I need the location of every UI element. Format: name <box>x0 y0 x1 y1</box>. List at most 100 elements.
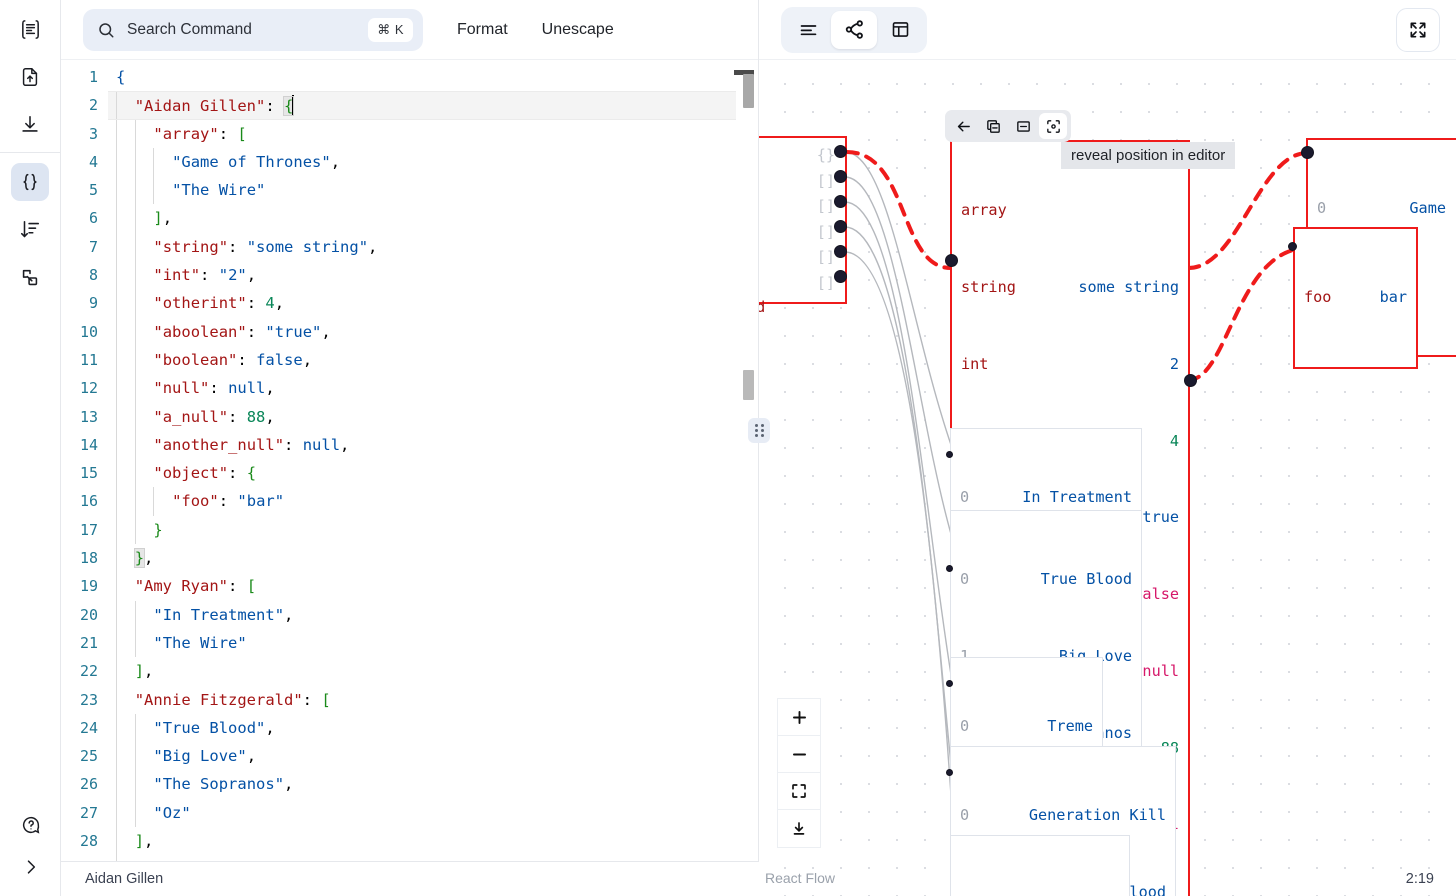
fullscreen-button[interactable] <box>1396 7 1440 52</box>
zoom-out-button[interactable] <box>778 736 820 773</box>
node-handle[interactable] <box>1288 242 1297 251</box>
code-line[interactable]: ], <box>108 204 758 233</box>
code-line[interactable]: "a_null": 88, <box>108 402 758 431</box>
unescape-button[interactable]: Unescape <box>542 21 614 39</box>
copy-icon[interactable] <box>11 259 49 297</box>
node-handle[interactable] <box>834 145 847 158</box>
code-line[interactable]: "Annie Fitzgerald": [ <box>108 685 758 714</box>
line-number: 9 <box>88 294 98 313</box>
code-line[interactable]: "The Sopranos", <box>108 770 758 799</box>
code-line[interactable]: "int": "2", <box>108 261 758 290</box>
code-editor[interactable]: 1 2 3 4 5 6 7 8 9 10 11 12 13 14 15 16 17 18 19 20 21 22 23 24 2… <box>61 60 758 896</box>
download-icon[interactable] <box>11 106 49 144</box>
node-handle[interactable] <box>834 245 847 258</box>
graph-node-clarke-peters-array[interactable]: 0 The Corner <box>950 835 1130 896</box>
code-line[interactable]: "otherint": 4, <box>108 289 758 318</box>
reveal-position-icon[interactable] <box>1039 113 1067 139</box>
react-flow-attribution[interactable]: React Flow <box>765 870 835 886</box>
line-number: 2 <box>88 96 98 115</box>
back-arrow-icon[interactable] <box>949 113 977 139</box>
panel-resize-grip[interactable] <box>748 418 770 443</box>
code-line[interactable]: "array": [ <box>108 119 758 148</box>
node-row: 0 True Blood <box>960 567 1132 593</box>
node-handle[interactable] <box>834 170 847 183</box>
root-row-type: [] <box>816 171 835 190</box>
editor-scrollbar[interactable] <box>734 60 758 862</box>
collapse-node-icon[interactable] <box>1009 113 1037 139</box>
code-line[interactable]: "aboolean": "true", <box>108 317 758 346</box>
copy-node-icon[interactable] <box>979 113 1007 139</box>
code-line[interactable]: ], <box>108 657 758 686</box>
line-number: 4 <box>88 152 98 171</box>
node-row: int 2 <box>961 352 1179 378</box>
node-row-value: True Blood <box>1040 570 1132 589</box>
line-number: 11 <box>79 350 98 369</box>
node-handle[interactable] <box>946 451 953 458</box>
table-view-icon[interactable] <box>877 11 923 49</box>
code-line[interactable]: { <box>108 63 758 91</box>
code-line[interactable]: "The Wire" <box>108 176 758 205</box>
node-row-index: 0 <box>960 570 970 589</box>
status-bar: Aidan Gillen <box>61 861 759 896</box>
graph-canvas[interactable]: {} [] [] [] [] [] rd <box>759 60 1456 896</box>
node-row: 0 Game of Thr <box>1317 196 1456 222</box>
code-line[interactable]: "Aidan Gillen": { <box>108 91 758 120</box>
expand-chevron-icon[interactable] <box>12 848 50 886</box>
help-icon[interactable] <box>12 806 50 844</box>
node-handle[interactable] <box>834 195 847 208</box>
sort-icon[interactable] <box>11 211 49 249</box>
code-line[interactable]: "foo": "bar" <box>108 487 758 516</box>
code-line[interactable]: "another_null": null, <box>108 430 758 460</box>
code-line[interactable]: ], <box>108 827 758 856</box>
code-line[interactable]: "Game of Thrones", <box>108 147 758 177</box>
code-line[interactable]: } <box>108 515 758 545</box>
node-row-value: 2 <box>1169 354 1179 373</box>
scrollbar-thumb[interactable] <box>743 74 754 108</box>
code-line[interactable]: "boolean": false, <box>108 345 758 375</box>
node-handle[interactable] <box>1184 374 1197 387</box>
search-shortcut-badge: ⌘ K <box>368 17 413 42</box>
fit-view-button[interactable] <box>778 773 820 810</box>
node-handle[interactable] <box>945 254 958 267</box>
node-row-value: Treme <box>1047 717 1093 736</box>
code-content[interactable]: { "Aidan Gillen": { "array": [ "Game of … <box>108 60 758 896</box>
tree-view-icon[interactable] <box>785 11 831 49</box>
line-number: 7 <box>88 237 98 256</box>
code-line[interactable]: "null": null, <box>108 374 758 403</box>
node-handle[interactable] <box>946 769 953 776</box>
line-number: 21 <box>79 633 98 652</box>
code-line[interactable]: "Amy Ryan": [ <box>108 572 758 601</box>
root-row-type: [] <box>816 248 835 267</box>
code-line[interactable]: "string": "some string", <box>108 232 758 262</box>
code-line[interactable]: "Big Love", <box>108 742 758 771</box>
code-line[interactable]: "The Wire" <box>108 628 758 658</box>
graph-view-icon[interactable] <box>831 10 877 49</box>
line-number: 18 <box>79 549 98 568</box>
code-line[interactable]: "True Blood", <box>108 713 758 743</box>
line-number: 24 <box>79 718 98 737</box>
format-button[interactable]: Format <box>457 21 508 39</box>
zoom-in-button[interactable] <box>778 699 820 736</box>
scrollbar-secondary-thumb[interactable] <box>743 370 754 400</box>
code-line[interactable]: "Oz" <box>108 798 758 828</box>
code-line[interactable]: }, <box>108 544 758 573</box>
line-number: 25 <box>79 747 98 766</box>
node-row-value: bar <box>1379 288 1407 307</box>
node-handle[interactable] <box>1301 146 1314 159</box>
graph-panel: {} [] [] [] [] [] rd <box>759 0 1456 896</box>
search-input[interactable]: Search Command ⌘ K <box>83 8 423 51</box>
lock-button[interactable] <box>778 810 820 847</box>
json-format-icon[interactable] <box>11 163 49 201</box>
node-handle[interactable] <box>834 270 847 283</box>
line-number: 15 <box>79 464 98 483</box>
grip-dots-icon <box>754 424 764 437</box>
import-file-icon[interactable] <box>11 58 49 96</box>
node-handle[interactable] <box>946 565 953 572</box>
code-line[interactable]: "In Treatment", <box>108 600 758 629</box>
node-handle[interactable] <box>834 220 847 233</box>
code-line[interactable]: "object": { <box>108 459 758 488</box>
node-handle[interactable] <box>946 680 953 687</box>
status-position: 2:19 <box>1405 870 1434 887</box>
app-logo-icon[interactable] <box>11 10 49 48</box>
graph-node-foo-bar-object[interactable]: foo bar <box>1293 227 1418 369</box>
